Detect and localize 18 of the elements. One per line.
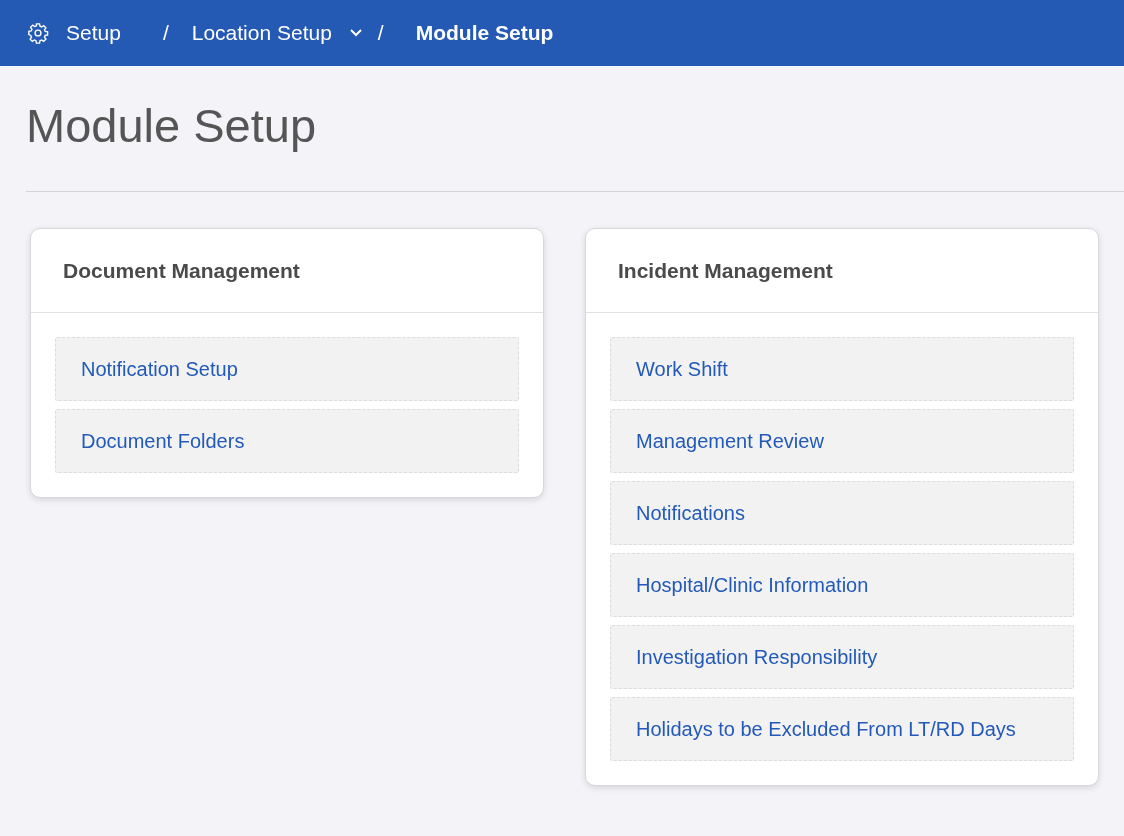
setup-link-item[interactable]: Notifications <box>610 481 1074 545</box>
page-title: Module Setup <box>26 98 318 154</box>
card-title: Incident Management <box>586 229 1098 313</box>
setup-link-item[interactable]: Notification Setup <box>55 337 519 401</box>
setup-link-item[interactable]: Investigation Responsibility <box>610 625 1074 689</box>
current-page-crumb: Module Setup <box>415 20 554 47</box>
card-title: Document Management <box>31 229 543 313</box>
setup-link-item[interactable]: Hospital/Clinic Information <box>610 553 1074 617</box>
setup-link-item[interactable]: Management Review <box>610 409 1074 473</box>
setup-link-item[interactable]: Document Folders <box>55 409 519 473</box>
chevron-down-icon <box>349 29 362 37</box>
setup-link-item[interactable]: Holidays to be Excluded From LT/RD Days <box>610 697 1074 761</box>
breadcrumb-separator: / <box>162 20 169 47</box>
breadcrumb-separator: / <box>377 20 384 47</box>
settings-icon <box>27 22 49 44</box>
setup-link-item[interactable]: Work Shift <box>610 337 1074 401</box>
setup-link[interactable]: Setup <box>27 17 121 49</box>
location-setup-dropdown[interactable]: Location Setup <box>191 17 362 49</box>
